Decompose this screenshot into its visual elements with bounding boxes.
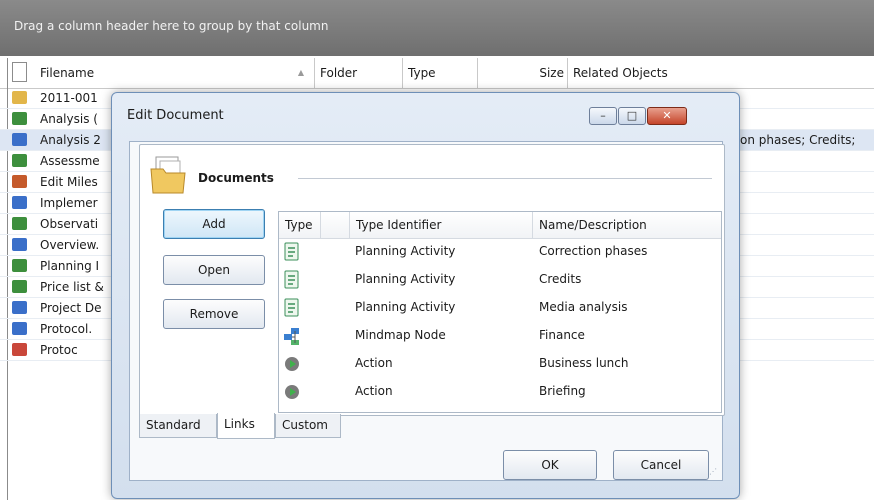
ok-button[interactable]: OK <box>503 450 597 480</box>
filename-cell: Assessme <box>40 154 100 168</box>
linked-objects-list[interactable]: Type Type Identifier Name/Description Pl… <box>278 211 722 413</box>
section-divider <box>298 178 712 179</box>
name-description-cell: Media analysis <box>539 300 628 314</box>
column-header-related-objects[interactable]: Related Objects <box>568 58 874 88</box>
folder-icon <box>150 156 186 194</box>
related-objects-cell: on phases; Credits; <box>740 133 856 147</box>
list-item[interactable]: Action Business lunch <box>279 351 721 378</box>
column-header-type[interactable]: Type <box>403 58 478 88</box>
list-item[interactable]: Action Briefing <box>279 379 721 406</box>
minimize-icon: – <box>600 109 606 122</box>
name-description-cell: Finance <box>539 328 585 342</box>
type-identifier-cell: Action <box>355 356 393 370</box>
type-identifier-cell: Mindmap Node <box>355 328 446 342</box>
filename-cell: 2011-001 <box>40 91 98 105</box>
spreadsheet-icon <box>12 154 27 167</box>
filename-cell: Protocol. <box>40 322 93 336</box>
maximize-icon: □ <box>626 109 638 122</box>
edit-document-dialog: Edit Document – □ ✕ Documents Add Open R… <box>111 92 740 499</box>
column-header-folder[interactable]: Folder <box>315 58 403 88</box>
list-item[interactable]: Planning Activity Correction phases <box>279 239 721 266</box>
list-column-name-description[interactable]: Name/Description <box>533 212 721 238</box>
close-icon: ✕ <box>662 109 672 122</box>
document-icon <box>12 62 27 82</box>
add-button[interactable]: Add <box>163 209 265 239</box>
filename-cell: Project De <box>40 301 102 315</box>
tab-standard[interactable]: Standard <box>139 414 217 438</box>
planning-activity-icon <box>283 270 301 290</box>
name-description-cell: Credits <box>539 272 582 286</box>
planning-activity-icon <box>283 242 301 262</box>
filename-cell: Protoc <box>40 343 78 357</box>
type-identifier-cell: Planning Activity <box>355 300 456 314</box>
column-header-size[interactable]: Size <box>478 58 568 88</box>
word-doc-icon <box>12 322 27 335</box>
list-header: Type Type Identifier Name/Description <box>279 212 721 239</box>
sort-ascending-icon: ▲ <box>297 68 304 77</box>
envelope-icon <box>12 91 27 104</box>
filename-cell: Analysis 2 <box>40 133 101 147</box>
tab-links[interactable]: Links <box>217 413 275 439</box>
dialog-title: Edit Document <box>127 108 224 123</box>
list-item[interactable]: Mindmap Node Finance <box>279 323 721 350</box>
word-doc-icon <box>12 196 27 209</box>
type-identifier-cell: Action <box>355 384 393 398</box>
word-doc-icon <box>12 133 27 146</box>
maximize-button[interactable]: □ <box>618 107 646 125</box>
spreadsheet-icon <box>12 112 27 125</box>
project-icon <box>12 175 27 188</box>
links-tab-panel: Documents Add Open Remove Type Type Iden… <box>139 144 725 416</box>
spreadsheet-icon <box>12 217 27 230</box>
word-doc-icon <box>12 238 27 251</box>
dialog-client-area: Documents Add Open Remove Type Type Iden… <box>129 141 725 481</box>
column-header-row: Filename ▲ Folder Type Size Related Obje… <box>0 58 874 89</box>
section-title: Documents <box>198 171 274 185</box>
remove-button[interactable]: Remove <box>163 299 265 329</box>
minimize-button[interactable]: – <box>589 107 617 125</box>
type-identifier-cell: Planning Activity <box>355 272 456 286</box>
spreadsheet-icon <box>12 280 27 293</box>
group-by-panel[interactable]: Drag a column header here to group by th… <box>0 0 874 56</box>
list-column-type[interactable]: Type <box>279 212 321 238</box>
group-by-hint: Drag a column header here to group by th… <box>14 19 329 33</box>
close-button[interactable]: ✕ <box>647 107 687 125</box>
open-button[interactable]: Open <box>163 255 265 285</box>
filename-cell: Overview. <box>40 238 100 252</box>
cancel-button[interactable]: Cancel <box>613 450 709 480</box>
filename-cell: Price list & <box>40 280 104 294</box>
type-identifier-cell: Planning Activity <box>355 244 456 258</box>
name-description-cell: Briefing <box>539 384 586 398</box>
filename-cell: Analysis ( <box>40 112 98 126</box>
spreadsheet-icon <box>12 259 27 272</box>
filename-cell: Implemer <box>40 196 98 210</box>
action-icon <box>283 354 301 374</box>
mindmap-node-icon <box>283 326 301 346</box>
tab-custom[interactable]: Custom <box>275 414 341 438</box>
word-doc-icon <box>12 301 27 314</box>
name-description-cell: Correction phases <box>539 244 648 258</box>
filename-cell: Planning I <box>40 259 100 273</box>
planning-activity-icon <box>283 298 301 318</box>
action-icon <box>283 382 301 402</box>
pdf-icon <box>12 343 27 356</box>
name-description-cell: Business lunch <box>539 356 629 370</box>
list-column-type-identifier[interactable]: Type Identifier <box>349 212 533 238</box>
resize-grip-icon[interactable]: ⋰ <box>709 467 719 477</box>
list-item[interactable]: Planning Activity Credits <box>279 267 721 294</box>
column-header-filename[interactable]: Filename ▲ <box>35 58 315 88</box>
filename-cell: Observati <box>40 217 99 231</box>
filename-cell: Edit Miles <box>40 175 98 189</box>
list-item[interactable]: Planning Activity Media analysis <box>279 295 721 322</box>
